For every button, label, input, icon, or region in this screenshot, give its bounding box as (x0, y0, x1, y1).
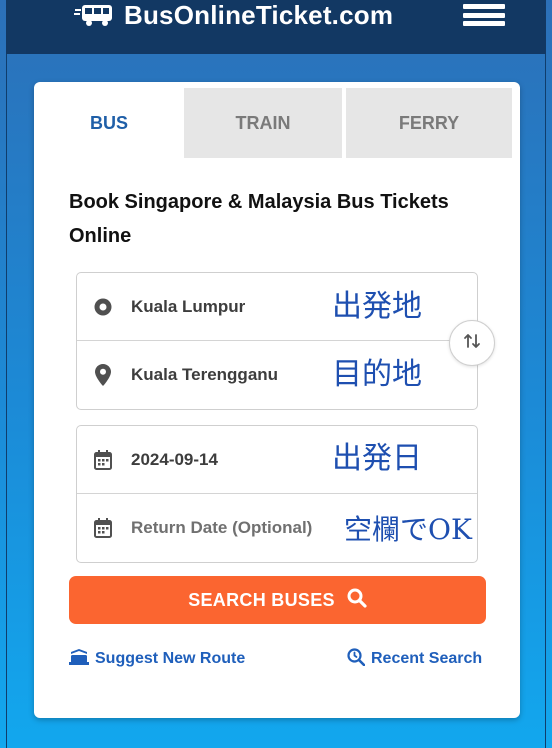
search-icon (347, 588, 367, 613)
from-annotation: 出発地 (332, 289, 422, 324)
tab-bus[interactable]: BUS (34, 88, 184, 158)
suggest-route-label: Suggest New Route (95, 650, 246, 667)
recent-search-link[interactable]: Recent Search (347, 647, 483, 671)
recent-search-icon (347, 647, 366, 671)
transport-tabs: BUS TRAIN FERRY (34, 88, 520, 158)
swap-button[interactable] (449, 320, 495, 366)
bus-logo-icon (74, 3, 118, 27)
search-button-label: SEARCH BUSES (188, 589, 335, 610)
booking-card: BUS TRAIN FERRY Book Singapore & Malaysi… (34, 82, 520, 718)
suggest-route-link[interactable]: Suggest New Route (69, 648, 245, 670)
swap-icon (463, 332, 481, 355)
page-title: Book Singapore & Malaysia Bus Tickets On… (69, 191, 449, 247)
tab-ferry[interactable]: FERRY (346, 88, 512, 158)
depart-annotation: 出発日 (332, 441, 422, 476)
search-buses-button[interactable]: SEARCH BUSES (69, 576, 486, 624)
hamburger-menu-icon[interactable] (463, 4, 505, 26)
to-value: Kuala Terengganu (131, 365, 279, 384)
bus-route-icon (69, 648, 89, 670)
recent-search-label: Recent Search (371, 650, 483, 667)
return-date-placeholder: Return Date (Optional) (131, 518, 313, 537)
site-header: BusOnlineTicket.com (6, 0, 546, 54)
from-value: Kuala Lumpur (131, 296, 246, 316)
depart-date-value: 2024-09-14 (131, 449, 218, 469)
origin-dot-icon (93, 297, 113, 317)
tab-train[interactable]: TRAIN (184, 88, 342, 158)
to-annotation: 目的地 (332, 357, 422, 392)
calendar-icon (93, 449, 113, 470)
map-pin-icon (93, 364, 113, 386)
calendar-icon (93, 518, 113, 538)
site-logo[interactable]: BusOnlineTicket.com (74, 0, 393, 30)
logo-text: BusOnlineTicket.com (124, 0, 394, 30)
return-annotation: 空欄でOK (344, 513, 472, 546)
